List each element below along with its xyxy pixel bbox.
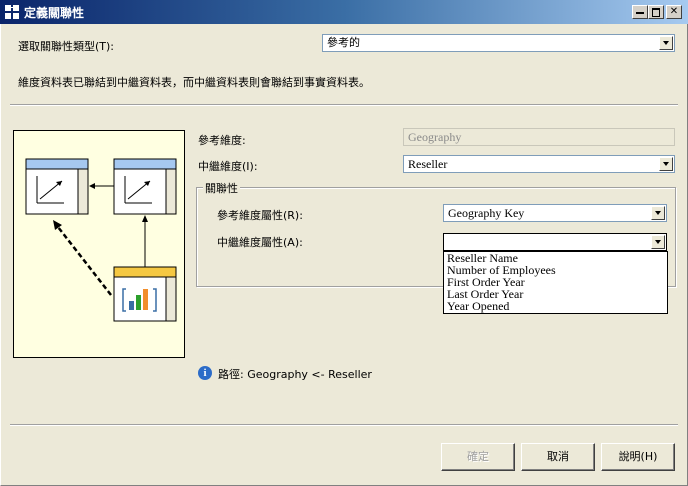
maximize-button[interactable] — [648, 5, 664, 19]
chevron-down-icon[interactable] — [659, 36, 673, 50]
window-icon — [5, 5, 19, 19]
cancel-button[interactable]: 取消 — [521, 443, 595, 471]
reference-attribute-value: Geography Key — [448, 206, 525, 220]
maximize-icon — [652, 8, 660, 17]
intermediate-attribute-label: 中繼維度屬性(A): — [217, 236, 303, 249]
relationship-diagram — [13, 130, 185, 358]
relationship-diagram-graphic — [25, 158, 177, 322]
reference-dimension-table-icon — [25, 158, 89, 215]
list-item[interactable]: Year Opened — [444, 300, 667, 312]
reference-dimension-field: Geography — [403, 128, 675, 146]
intermediate-dimension-label: 中繼維度(I): — [198, 160, 258, 173]
title-bar[interactable] — [0, 0, 688, 24]
intermediate-attribute-dropdown-list[interactable]: Reseller Name Number of Employees First … — [443, 251, 668, 314]
minimize-icon — [636, 12, 644, 14]
relationship-type-label: 選取關聯性類型(T): — [18, 40, 115, 53]
window-title: 定義關聯性 — [24, 6, 85, 20]
help-button[interactable]: 說明(H) — [601, 443, 675, 471]
divider — [10, 104, 678, 106]
divider — [10, 424, 678, 426]
intermediate-dimension-value: Reseller — [408, 157, 448, 171]
intermediate-attribute-select[interactable] — [443, 233, 667, 251]
path-text: 路徑: Geography <- Reseller — [218, 368, 372, 381]
chevron-down-icon[interactable] — [651, 206, 665, 220]
description-text: 維度資料表已聯結到中繼資料表，而中繼資料表則會聯結到事實資料表。 — [18, 76, 370, 89]
intermediate-dimension-select[interactable]: Reseller — [403, 155, 675, 173]
close-icon: ✕ — [669, 6, 679, 17]
chevron-down-icon[interactable] — [659, 157, 673, 171]
reference-attribute-select[interactable]: Geography Key — [443, 204, 667, 222]
reference-dimension-label: 參考維度: — [198, 134, 246, 147]
reference-attribute-label: 參考維度屬性(R): — [217, 209, 303, 222]
relationship-type-value: 參考的 — [327, 36, 360, 49]
chevron-down-icon[interactable] — [651, 235, 665, 249]
intermediate-dimension-table-icon — [113, 158, 177, 215]
fact-table-icon — [113, 266, 177, 322]
info-icon: i — [198, 366, 212, 380]
relationship-group-title: 關聯性 — [203, 180, 240, 196]
close-button[interactable]: ✕ — [666, 5, 682, 19]
ok-button[interactable]: 確定 — [441, 443, 515, 471]
relationship-type-select[interactable]: 參考的 — [322, 34, 675, 52]
minimize-button[interactable] — [632, 5, 648, 19]
